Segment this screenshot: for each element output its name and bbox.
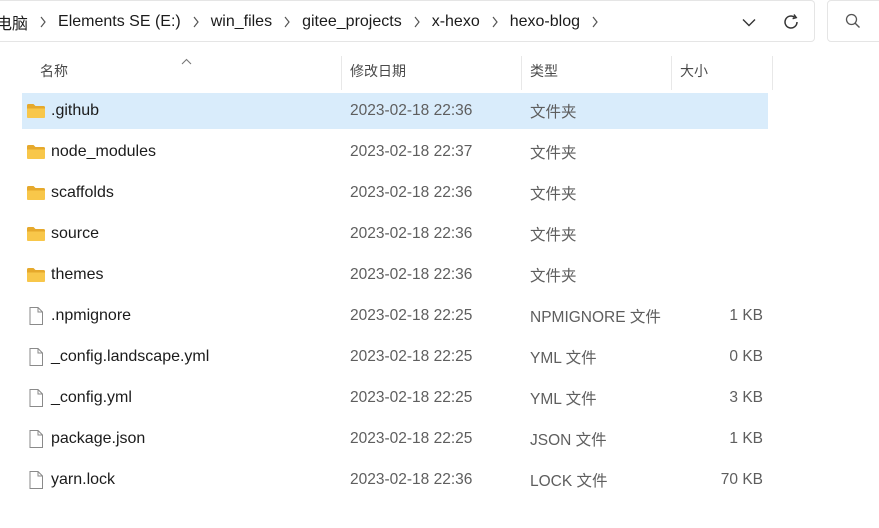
- file-row[interactable]: .github 2023-02-18 22:36 文件夹: [22, 93, 768, 129]
- column-divider[interactable]: [521, 56, 522, 90]
- file-name: scaffolds: [51, 184, 114, 201]
- refresh-icon[interactable]: [776, 7, 806, 37]
- folder-icon: [26, 142, 46, 162]
- chevron-right-icon[interactable]: [582, 1, 608, 43]
- column-header-date[interactable]: 修改日期: [350, 52, 520, 90]
- search-input[interactable]: [827, 0, 879, 42]
- column-divider[interactable]: [772, 56, 773, 90]
- file-size: 3 KB: [729, 389, 763, 406]
- file-modified-date: 2023-02-18 22:36: [350, 184, 473, 201]
- file-modified-date: 2023-02-18 22:36: [350, 102, 473, 119]
- file-name: themes: [51, 266, 104, 283]
- column-divider[interactable]: [341, 56, 342, 90]
- column-header-size-label: 大小: [680, 63, 708, 79]
- file-type: YML 文件: [530, 391, 597, 408]
- file-icon: [26, 347, 46, 367]
- file-type: 文件夹: [530, 145, 577, 162]
- file-modified-date: 2023-02-18 22:36: [350, 266, 473, 283]
- file-type: JSON 文件: [530, 432, 607, 449]
- file-row[interactable]: _config.landscape.yml 2023-02-18 22:25 Y…: [22, 339, 768, 375]
- file-size: 70 KB: [720, 471, 763, 488]
- column-header-date-label: 修改日期: [350, 63, 406, 79]
- file-icon: [26, 306, 46, 326]
- file-name: yarn.lock: [51, 471, 116, 488]
- breadcrumb-hexo-blog[interactable]: hexo-blog: [508, 13, 582, 31]
- file-type: 文件夹: [530, 227, 577, 244]
- column-header-type-label: 类型: [530, 63, 558, 79]
- file-icon: [26, 470, 46, 490]
- column-header-row: 名称 修改日期 类型 大小: [0, 52, 879, 90]
- file-modified-date: 2023-02-18 22:37: [350, 143, 473, 160]
- file-modified-date: 2023-02-18 22:25: [350, 389, 473, 406]
- file-icon: [26, 388, 46, 408]
- breadcrumb: 电脑 Elements SE (E:) win_files gitee_proj…: [0, 1, 608, 43]
- file-name: .npmignore: [51, 307, 132, 324]
- file-row[interactable]: .npmignore 2023-02-18 22:25 NPMIGNORE 文件…: [22, 298, 768, 334]
- chevron-right-icon[interactable]: [482, 1, 508, 43]
- file-size: 0 KB: [729, 348, 763, 365]
- chevron-right-icon[interactable]: [30, 1, 56, 43]
- chevron-down-icon[interactable]: [734, 7, 764, 37]
- search-icon: [845, 13, 861, 34]
- file-type: YML 文件: [530, 350, 597, 367]
- file-type: LOCK 文件: [530, 473, 608, 490]
- file-size: 1 KB: [729, 307, 763, 324]
- file-size: 1 KB: [729, 430, 763, 447]
- file-name: source: [51, 225, 100, 242]
- file-name: _config.yml: [51, 389, 132, 406]
- file-modified-date: 2023-02-18 22:25: [350, 348, 473, 365]
- file-name: package.json: [51, 430, 146, 447]
- file-modified-date: 2023-02-18 22:36: [350, 225, 473, 242]
- file-type: 文件夹: [530, 268, 577, 285]
- file-row[interactable]: yarn.lock 2023-02-18 22:36 LOCK 文件 70 KB: [22, 462, 768, 498]
- column-header-name-label: 名称: [40, 63, 68, 79]
- breadcrumb-gitee-projects[interactable]: gitee_projects: [300, 13, 404, 31]
- file-type: 文件夹: [530, 104, 577, 121]
- file-type: NPMIGNORE 文件: [530, 309, 661, 326]
- file-name: _config.landscape.yml: [51, 348, 210, 365]
- file-row[interactable]: _config.yml 2023-02-18 22:25 YML 文件 3 KB: [22, 380, 768, 416]
- chevron-right-icon[interactable]: [274, 1, 300, 43]
- file-type: 文件夹: [530, 186, 577, 203]
- file-modified-date: 2023-02-18 22:25: [350, 430, 473, 447]
- file-row[interactable]: source 2023-02-18 22:36 文件夹: [22, 216, 768, 252]
- sort-ascending-icon: [181, 52, 192, 70]
- file-row[interactable]: package.json 2023-02-18 22:25 JSON 文件 1 …: [22, 421, 768, 457]
- toolbar: 电脑 Elements SE (E:) win_files gitee_proj…: [0, 0, 879, 44]
- folder-icon: [26, 101, 46, 121]
- breadcrumb-x-hexo[interactable]: x-hexo: [430, 13, 482, 31]
- chevron-right-icon[interactable]: [404, 1, 430, 43]
- breadcrumb-win-files[interactable]: win_files: [209, 13, 274, 31]
- file-name: .github: [51, 102, 100, 119]
- address-bar[interactable]: 电脑 Elements SE (E:) win_files gitee_proj…: [0, 0, 815, 42]
- folder-icon: [26, 183, 46, 203]
- file-modified-date: 2023-02-18 22:25: [350, 307, 473, 324]
- file-row[interactable]: node_modules 2023-02-18 22:37 文件夹: [22, 134, 768, 170]
- breadcrumb-this-pc[interactable]: 电脑: [0, 10, 30, 34]
- folder-icon: [26, 265, 46, 285]
- file-icon: [26, 429, 46, 449]
- file-modified-date: 2023-02-18 22:36: [350, 471, 473, 488]
- file-row[interactable]: scaffolds 2023-02-18 22:36 文件夹: [22, 175, 768, 211]
- chevron-right-icon[interactable]: [183, 1, 209, 43]
- breadcrumb-drive[interactable]: Elements SE (E:): [56, 13, 183, 31]
- file-row[interactable]: themes 2023-02-18 22:36 文件夹: [22, 257, 768, 293]
- column-header-size[interactable]: 大小: [680, 52, 770, 90]
- file-name: node_modules: [51, 143, 156, 160]
- column-header-type[interactable]: 类型: [530, 52, 670, 90]
- folder-icon: [26, 224, 46, 244]
- column-divider[interactable]: [671, 56, 672, 90]
